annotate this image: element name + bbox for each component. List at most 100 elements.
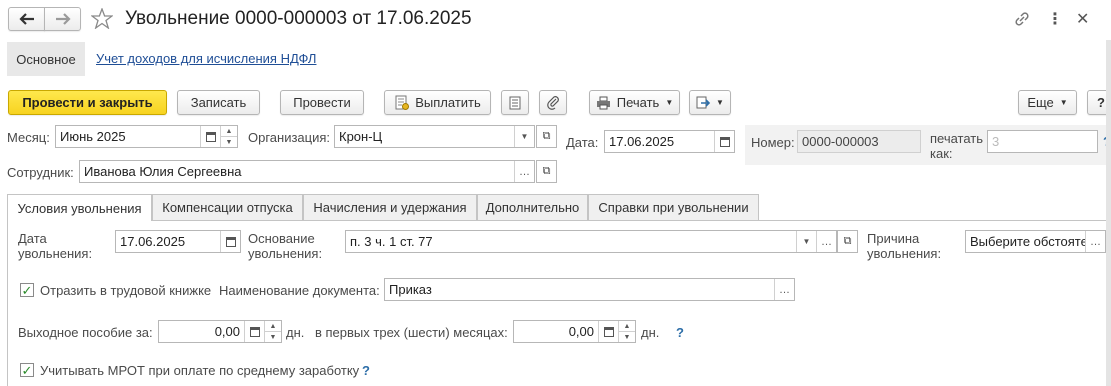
close-icon[interactable]: ✕ <box>1076 9 1089 29</box>
month-spin[interactable]: ▲ ▼ <box>220 126 237 147</box>
select-icon[interactable]: … <box>774 279 794 300</box>
severance-value: 0,00 <box>214 324 240 339</box>
nav-basic[interactable]: Основное <box>7 42 85 76</box>
chevron-down-icon: ▼ <box>716 98 724 107</box>
severance-help[interactable]: ? <box>676 325 684 340</box>
open-icon: ⧉ <box>542 165 551 177</box>
date-label: Дата: <box>566 135 599 150</box>
basis-label-2: увольнения: <box>248 246 323 261</box>
chevron-down-icon: ▼ <box>1059 98 1068 107</box>
forward-button[interactable] <box>44 7 81 31</box>
dropdown-icon[interactable]: ▼ <box>796 231 816 252</box>
first-months-label: в первых трех (шести) месяцах: <box>315 325 508 340</box>
print-as-label-1: печатать <box>930 131 984 146</box>
severance-label: Выходное пособие за: <box>18 325 153 340</box>
severance-field[interactable]: 0,00 ▲ ▼ <box>158 320 282 343</box>
month-label: Месяц: <box>7 130 50 145</box>
post-button[interactable]: Провести <box>280 90 364 115</box>
org-open-button[interactable]: ⧉ <box>536 125 557 148</box>
attachment-button[interactable] <box>539 90 567 115</box>
write-button[interactable]: Записать <box>177 90 260 115</box>
org-value: Крон-Ц <box>339 129 383 144</box>
calendar-icon[interactable] <box>714 131 734 152</box>
dropdown-icon[interactable]: ▼ <box>514 126 534 147</box>
dismissal-date-label-2: увольнения: <box>18 246 93 261</box>
calculator-icon[interactable] <box>244 321 264 342</box>
arrow-right-icon <box>55 13 71 25</box>
reason-label-1: Причина <box>867 231 920 246</box>
list-icon <box>509 96 521 109</box>
days-unit: дн. <box>286 325 305 340</box>
mrot-checkbox[interactable]: ✓ <box>20 363 34 377</box>
calendar-icon[interactable] <box>220 231 240 252</box>
dismissal-date-label-1: Дата <box>18 231 47 246</box>
dismissal-date-value: 17.06.2025 <box>120 234 186 249</box>
select-icon[interactable]: … <box>816 231 836 252</box>
org-label: Организация: <box>248 130 331 145</box>
pay-doc-icon <box>395 95 410 110</box>
tab-accruals-deductions[interactable]: Начисления и удержания <box>303 194 477 220</box>
basis-value: п. 3 ч. 1 ст. 77 <box>350 234 433 249</box>
reason-field[interactable]: Выберите обстояте … <box>965 230 1106 253</box>
more-button-label: Еще <box>1027 95 1054 110</box>
number-label: Номер: <box>751 135 795 150</box>
workbook-checkbox[interactable]: ✓ <box>20 283 34 297</box>
pay-button-label: Выплатить <box>415 95 481 110</box>
first-months-value: 0,00 <box>568 324 594 339</box>
org-field[interactable]: Крон-Ц ▼ <box>334 125 535 148</box>
mrot-help[interactable]: ? <box>362 363 370 378</box>
first-months-spin[interactable]: ▲ ▼ <box>618 321 635 342</box>
doc-name-label: Наименование документа: <box>219 283 380 298</box>
chevron-down-icon: ▼ <box>665 98 674 107</box>
print-as-placeholder: 3 <box>992 134 1000 149</box>
print-as-label-2: как: <box>930 146 953 161</box>
date-value: 17.06.2025 <box>609 134 675 149</box>
open-icon: ⧉ <box>542 130 551 142</box>
basis-field[interactable]: п. 3 ч. 1 ст. 77 ▼ … <box>345 230 837 253</box>
employee-field[interactable]: Иванова Юлия Сергеевна … <box>79 160 535 183</box>
scrollbar[interactable] <box>1106 40 1111 386</box>
window-title: Увольнение 0000-000003 от 17.06.2025 <box>125 8 472 29</box>
tab-dismissal-conditions[interactable]: Условия увольнения <box>7 194 152 221</box>
number-field: 0000-000003 <box>797 130 921 153</box>
mrot-label[interactable]: Учитывать МРОТ при оплате по среднему за… <box>40 363 359 378</box>
employee-label: Сотрудник: <box>7 165 74 180</box>
basis-label-1: Основание <box>248 231 315 246</box>
post-and-close-button[interactable]: Провести и закрыть <box>8 90 167 115</box>
basis-open-button[interactable]: ⧉ <box>837 230 858 253</box>
print-button[interactable]: Печать ▼ <box>589 90 680 115</box>
back-button[interactable] <box>8 7 45 31</box>
open-icon: ⧉ <box>843 235 852 247</box>
pay-button[interactable]: Выплатить <box>384 90 491 115</box>
month-field[interactable]: Июнь 2025 ▲ ▼ <box>55 125 238 148</box>
severance-spin[interactable]: ▲ ▼ <box>264 321 281 342</box>
tab-dismissal-certificates[interactable]: Справки при увольнении <box>588 194 759 220</box>
tab-vacation-compensation[interactable]: Компенсации отпуска <box>152 194 303 220</box>
nav-link-ndfl[interactable]: Учет доходов для исчисления НДФЛ <box>96 51 316 66</box>
date-field[interactable]: 17.06.2025 <box>604 130 735 153</box>
calculator-icon[interactable] <box>598 321 618 342</box>
doc-name-value: Приказ <box>389 282 432 297</box>
doc-name-field[interactable]: Приказ … <box>384 278 795 301</box>
print-as-field[interactable]: 3 <box>987 130 1098 153</box>
select-icon[interactable]: … <box>514 161 534 182</box>
favorite-star-icon[interactable] <box>91 8 113 29</box>
link-icon[interactable] <box>1013 10 1031 28</box>
checkmark-icon: ✓ <box>21 282 33 298</box>
employee-open-button[interactable]: ⧉ <box>536 160 557 183</box>
calendar-icon[interactable] <box>200 126 220 147</box>
more-button[interactable]: Еще ▼ <box>1018 90 1077 115</box>
related-docs-button[interactable]: ▼ <box>689 90 731 115</box>
dismissal-date-field[interactable]: 17.06.2025 <box>115 230 241 253</box>
first-months-field[interactable]: 0,00 ▲ ▼ <box>513 320 636 343</box>
paperclip-icon <box>546 96 559 110</box>
employee-value: Иванова Юлия Сергеевна <box>84 164 242 179</box>
month-value: Июнь 2025 <box>60 129 126 144</box>
arrow-left-icon <box>18 13 34 25</box>
select-icon[interactable]: … <box>1085 231 1105 252</box>
list-button[interactable] <box>501 90 529 115</box>
related-docs-icon <box>696 96 711 108</box>
workbook-label[interactable]: Отразить в трудовой книжке <box>40 283 211 298</box>
more-vertical-icon[interactable]: ⋮ <box>1047 9 1063 29</box>
tab-additional[interactable]: Дополнительно <box>477 194 588 220</box>
